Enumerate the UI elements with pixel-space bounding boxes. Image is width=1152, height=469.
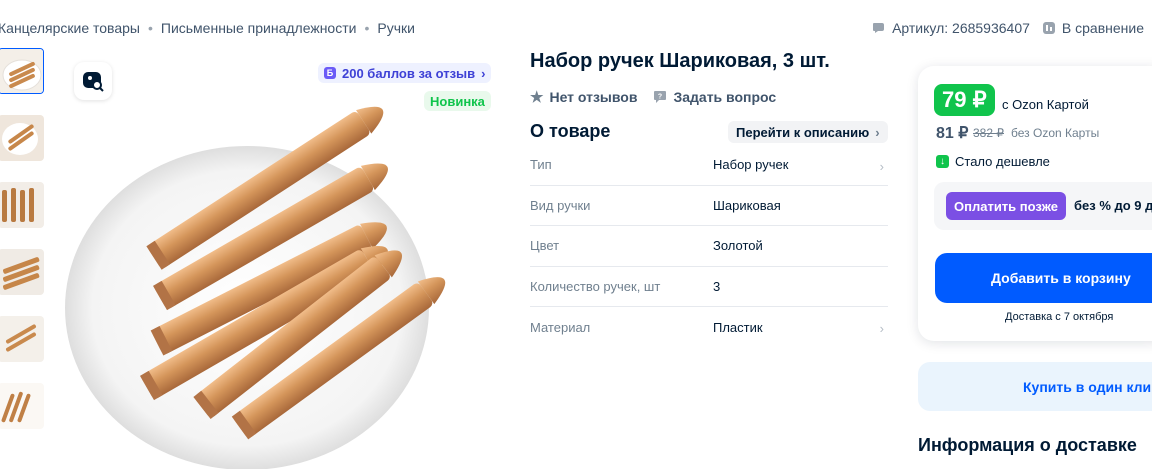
pay-later-button[interactable]: Оплатить позже [946,192,1066,220]
star-icon: ★ [530,89,544,106]
chat-icon [873,23,885,33]
spec-value[interactable]: Набор ручек [713,157,788,172]
breadcrumb-separator: • [364,20,370,36]
thumbnail-6[interactable] [0,383,44,429]
price-dropped-badge: ↓ Стало дешевле [936,154,1050,169]
thumbnail-4[interactable] [0,249,44,295]
spec-value: Шариковая [713,197,781,213]
spec-key: Вид ручки [530,197,591,213]
spec-value: Золотой [713,238,763,254]
price-card: 79 ₽ с Ozon Картой 81 ₽ 382 ₽ без Ozon К… [918,66,1152,341]
arrow-down-icon: ↓ [936,155,949,168]
thumbnail-3[interactable] [0,182,44,228]
chevron-right-icon[interactable]: › [880,159,884,174]
spec-row: Тип Набор ручек › [530,145,888,186]
ask-question-link[interactable]: ? Задать вопрос [653,88,776,106]
question-label: Задать вопрос [673,89,777,105]
ozon-card-label[interactable]: с Ozon Картой [1002,97,1089,112]
bonus-icon: Б [324,67,336,79]
chevron-right-icon: › [481,65,486,81]
bonus-label: 200 баллов за отзыв [342,65,476,81]
product-image[interactable] [62,58,498,469]
article-button[interactable]: Артикул: 2685936407 [872,20,1030,36]
goto-description-label: Перейти к описанию [736,124,870,140]
goto-description-button[interactable]: Перейти к описанию › [728,121,888,143]
add-to-cart-button[interactable]: Добавить в корзину [935,253,1152,303]
delivery-date: Доставка с 7 октября [1005,311,1114,323]
spec-key: Тип [530,157,552,173]
spec-table: Тип Набор ручек › Вид ручки Шариковая Цв… [530,145,888,348]
article-label: Артикул: 2685936407 [892,20,1030,36]
thumbnail-list [0,48,46,450]
new-badge: Новинка [424,91,491,111]
thumbnail-2[interactable] [0,115,44,161]
spec-value: 3 [713,278,721,294]
about-heading: О товаре [530,121,611,141]
image-search-icon [83,72,104,92]
compare-label: В сравнение [1061,20,1144,36]
product-meta: ★ Нет отзывов ? Задать вопрос [530,88,776,106]
spec-key: Количество ручек, шт [530,278,661,294]
spec-key: Материал [530,319,591,335]
svg-text:?: ? [658,94,662,101]
breadcrumb-item-writing[interactable]: Письменные принадлежности [161,20,357,36]
spec-value[interactable]: Пластик [713,320,763,335]
spec-row: Вид ручки Шариковая [530,186,888,226]
breadcrumb-item-stationery[interactable]: Канцелярские товары [0,20,140,36]
spec-row: Количество ручек, шт 3 [530,267,888,307]
question-icon: ? [654,91,667,103]
thumbnail-1[interactable] [0,48,44,94]
delivery-info-heading: Информация о доставке [918,435,1137,455]
breadcrumb-item-pens[interactable]: Ручки [377,20,415,36]
spec-key: Цвет [530,238,560,254]
header-actions: Артикул: 2685936407 В сравнение [872,20,1144,36]
spec-row: Цвет Золотой [530,226,888,267]
compare-button[interactable]: В сравнение [1042,20,1144,36]
product-title: Набор ручек Шариковая, 3 шт. [530,50,830,72]
reviews-link[interactable]: ★ Нет отзывов [530,88,637,106]
price-dropped-label: Стало дешевле [955,154,1050,169]
old-price: 382 ₽ [973,126,1004,140]
pay-later-text: без % до 9 д [1074,198,1152,213]
image-search-button[interactable] [74,62,112,100]
regular-price: 81 ₽ [936,125,969,142]
ozon-card-price: 79 ₽ [934,84,995,116]
breadcrumb: Канцелярские товары • Письменные принадл… [0,20,415,36]
pay-later-box: Оплатить позже без % до 9 д [934,182,1152,230]
chevron-right-icon: › [875,124,880,140]
thumbnail-5[interactable] [0,316,44,362]
spec-row: Материал Пластик › [530,307,888,348]
buy-one-click-button[interactable]: Купить в один кли [918,362,1152,411]
reviews-label: Нет отзывов [549,89,638,105]
chevron-right-icon[interactable]: › [880,321,884,336]
compare-icon [1042,22,1055,34]
without-card-label: без Ozon Карты [1011,126,1100,140]
breadcrumb-separator: • [147,20,153,36]
review-bonus-badge[interactable]: Б 200 баллов за отзыв › [318,63,492,83]
